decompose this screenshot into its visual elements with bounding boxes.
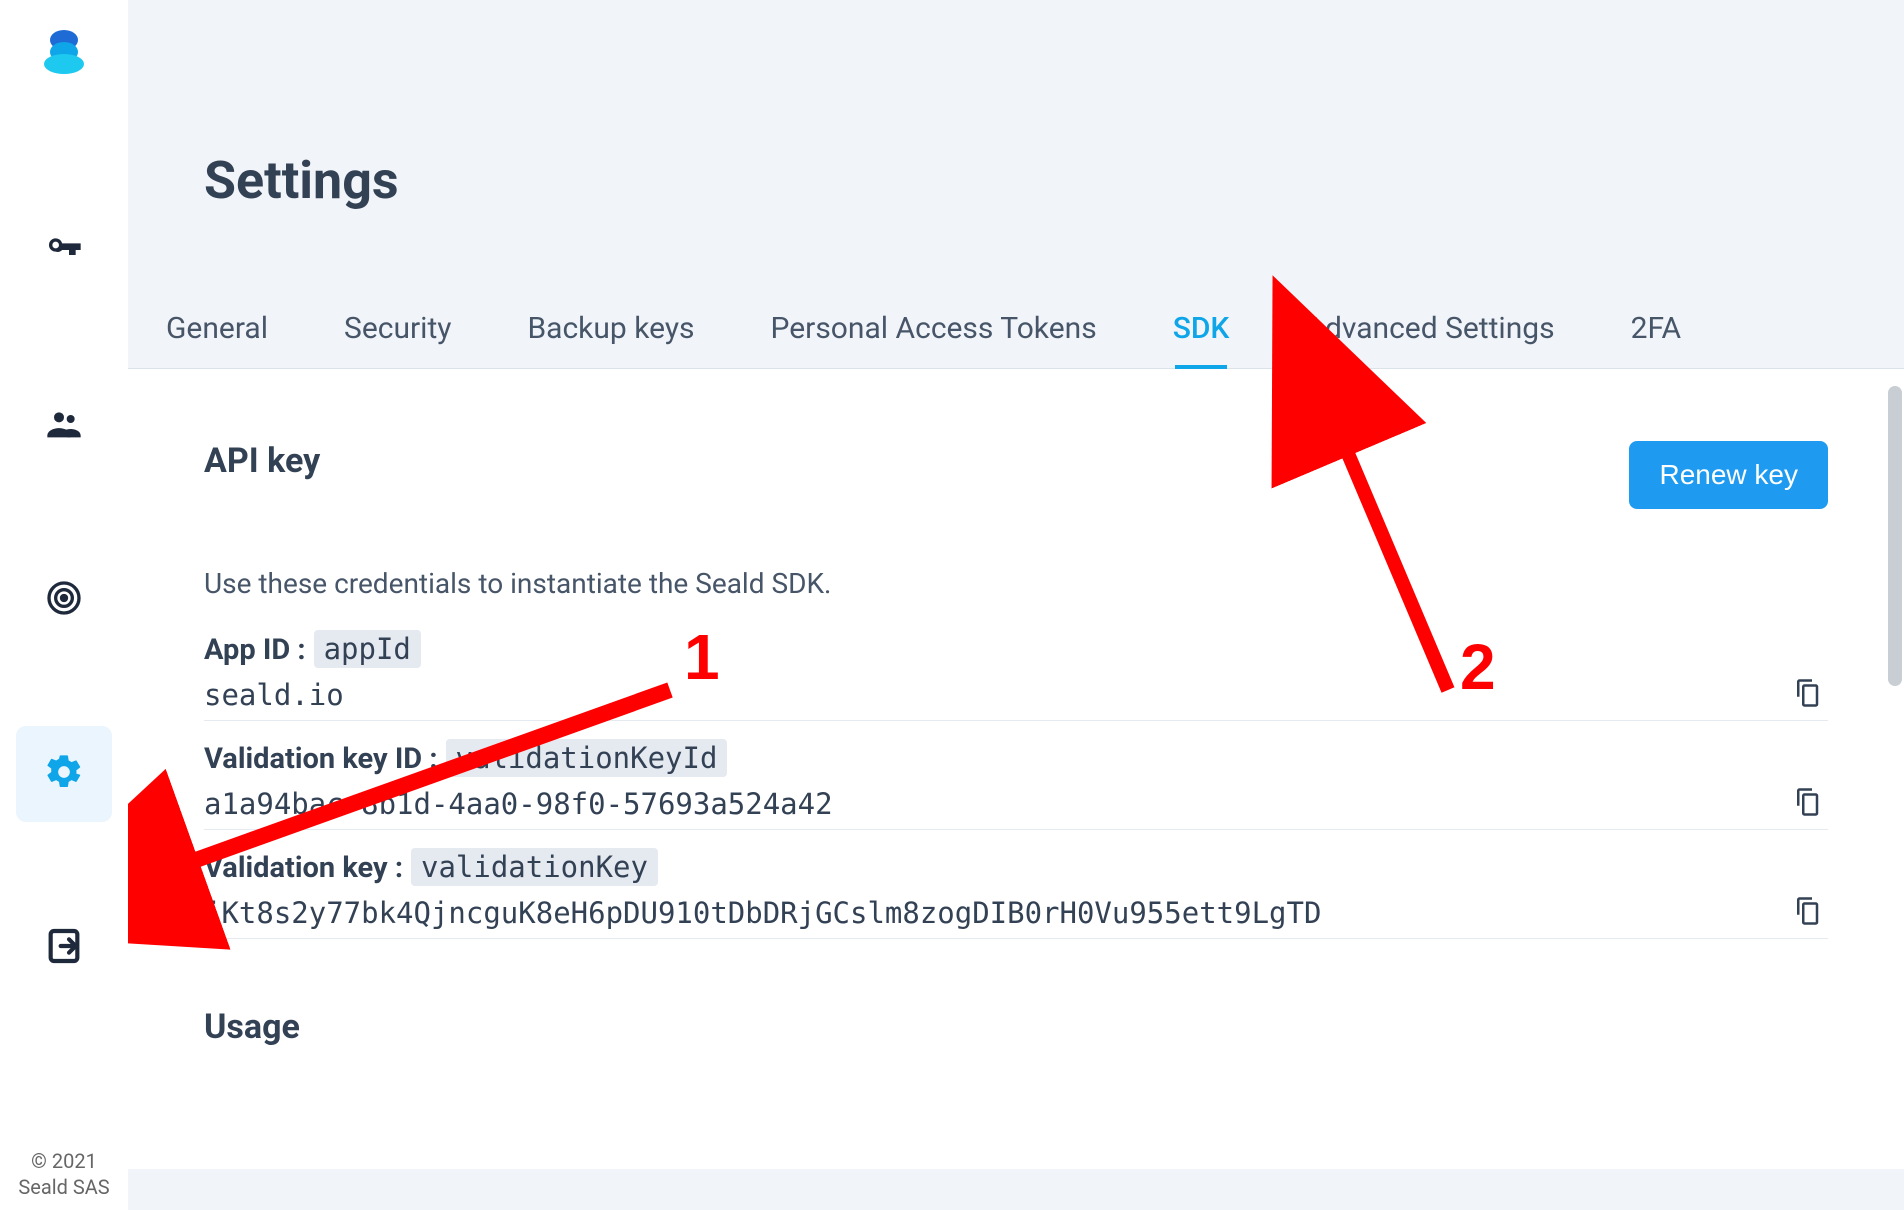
sidebar-item-settings[interactable] (16, 726, 112, 822)
tab-security[interactable]: Security (306, 297, 489, 368)
gear-icon (44, 752, 84, 796)
tab-2fa[interactable]: 2FA (1593, 297, 1720, 368)
credential-code: appId (314, 630, 421, 668)
credential-code: validationKeyId (446, 739, 728, 777)
page-title: Settings (128, 0, 1904, 211)
credential-app-id: App ID : appId seald.io (204, 630, 1828, 721)
copy-icon (1792, 911, 1822, 930)
api-key-section-title: API key (204, 441, 320, 481)
tab-personal-access-tokens[interactable]: Personal Access Tokens (733, 297, 1135, 368)
copy-button[interactable] (1786, 890, 1828, 936)
sidebar-item-target[interactable] (16, 552, 112, 648)
footer: © 2021 Seald SAS (0, 1148, 128, 1200)
copy-icon (1792, 693, 1822, 712)
credential-validation-key: Validation key : validationKey jKt8s2y77… (204, 848, 1828, 939)
credential-value: seald.io (204, 678, 344, 712)
people-icon (44, 404, 84, 448)
logout-icon (44, 926, 84, 970)
credential-label: App ID : (204, 633, 306, 667)
tab-sdk[interactable]: SDK (1135, 297, 1268, 368)
credential-value: a1a94bac-8b1d-4aa0-98f0-57693a524a42 (204, 787, 833, 821)
key-icon (44, 230, 84, 274)
credential-label: Validation key : (204, 851, 403, 885)
credential-value: jKt8s2y77bk4QjncguK8eH6pDU910tDbDRjGCslm… (204, 896, 1321, 930)
copy-button[interactable] (1786, 672, 1828, 718)
tab-general[interactable]: General (128, 297, 306, 368)
sidebar: © 2021 Seald SAS (0, 0, 128, 1210)
sidebar-item-keys[interactable] (16, 204, 112, 300)
api-key-intro: Use these credentials to instantiate the… (204, 567, 1828, 600)
sidebar-item-logout[interactable] (16, 900, 112, 996)
sidebar-item-users[interactable] (16, 378, 112, 474)
footer-copyright: © 2021 (0, 1148, 128, 1174)
main-content: Settings General Security Backup keys Pe… (128, 0, 1904, 1210)
tab-advanced-settings[interactable]: Advanced Settings (1267, 297, 1592, 368)
copy-icon (1792, 802, 1822, 821)
logo (36, 24, 92, 84)
content-panel: API key Renew key Use these credentials … (128, 369, 1904, 1169)
usage-section-title: Usage (204, 1007, 1828, 1047)
copy-button[interactable] (1786, 781, 1828, 827)
credential-code: validationKey (411, 848, 658, 886)
tabs: General Security Backup keys Personal Ac… (128, 211, 1904, 369)
renew-key-button[interactable]: Renew key (1629, 441, 1828, 509)
scrollbar-thumb[interactable] (1888, 386, 1902, 686)
target-icon (44, 578, 84, 622)
tab-backup-keys[interactable]: Backup keys (489, 297, 732, 368)
footer-company: Seald SAS (0, 1174, 128, 1200)
credential-validation-key-id: Validation key ID : validationKeyId a1a9… (204, 739, 1828, 830)
credential-label: Validation key ID : (204, 742, 438, 776)
